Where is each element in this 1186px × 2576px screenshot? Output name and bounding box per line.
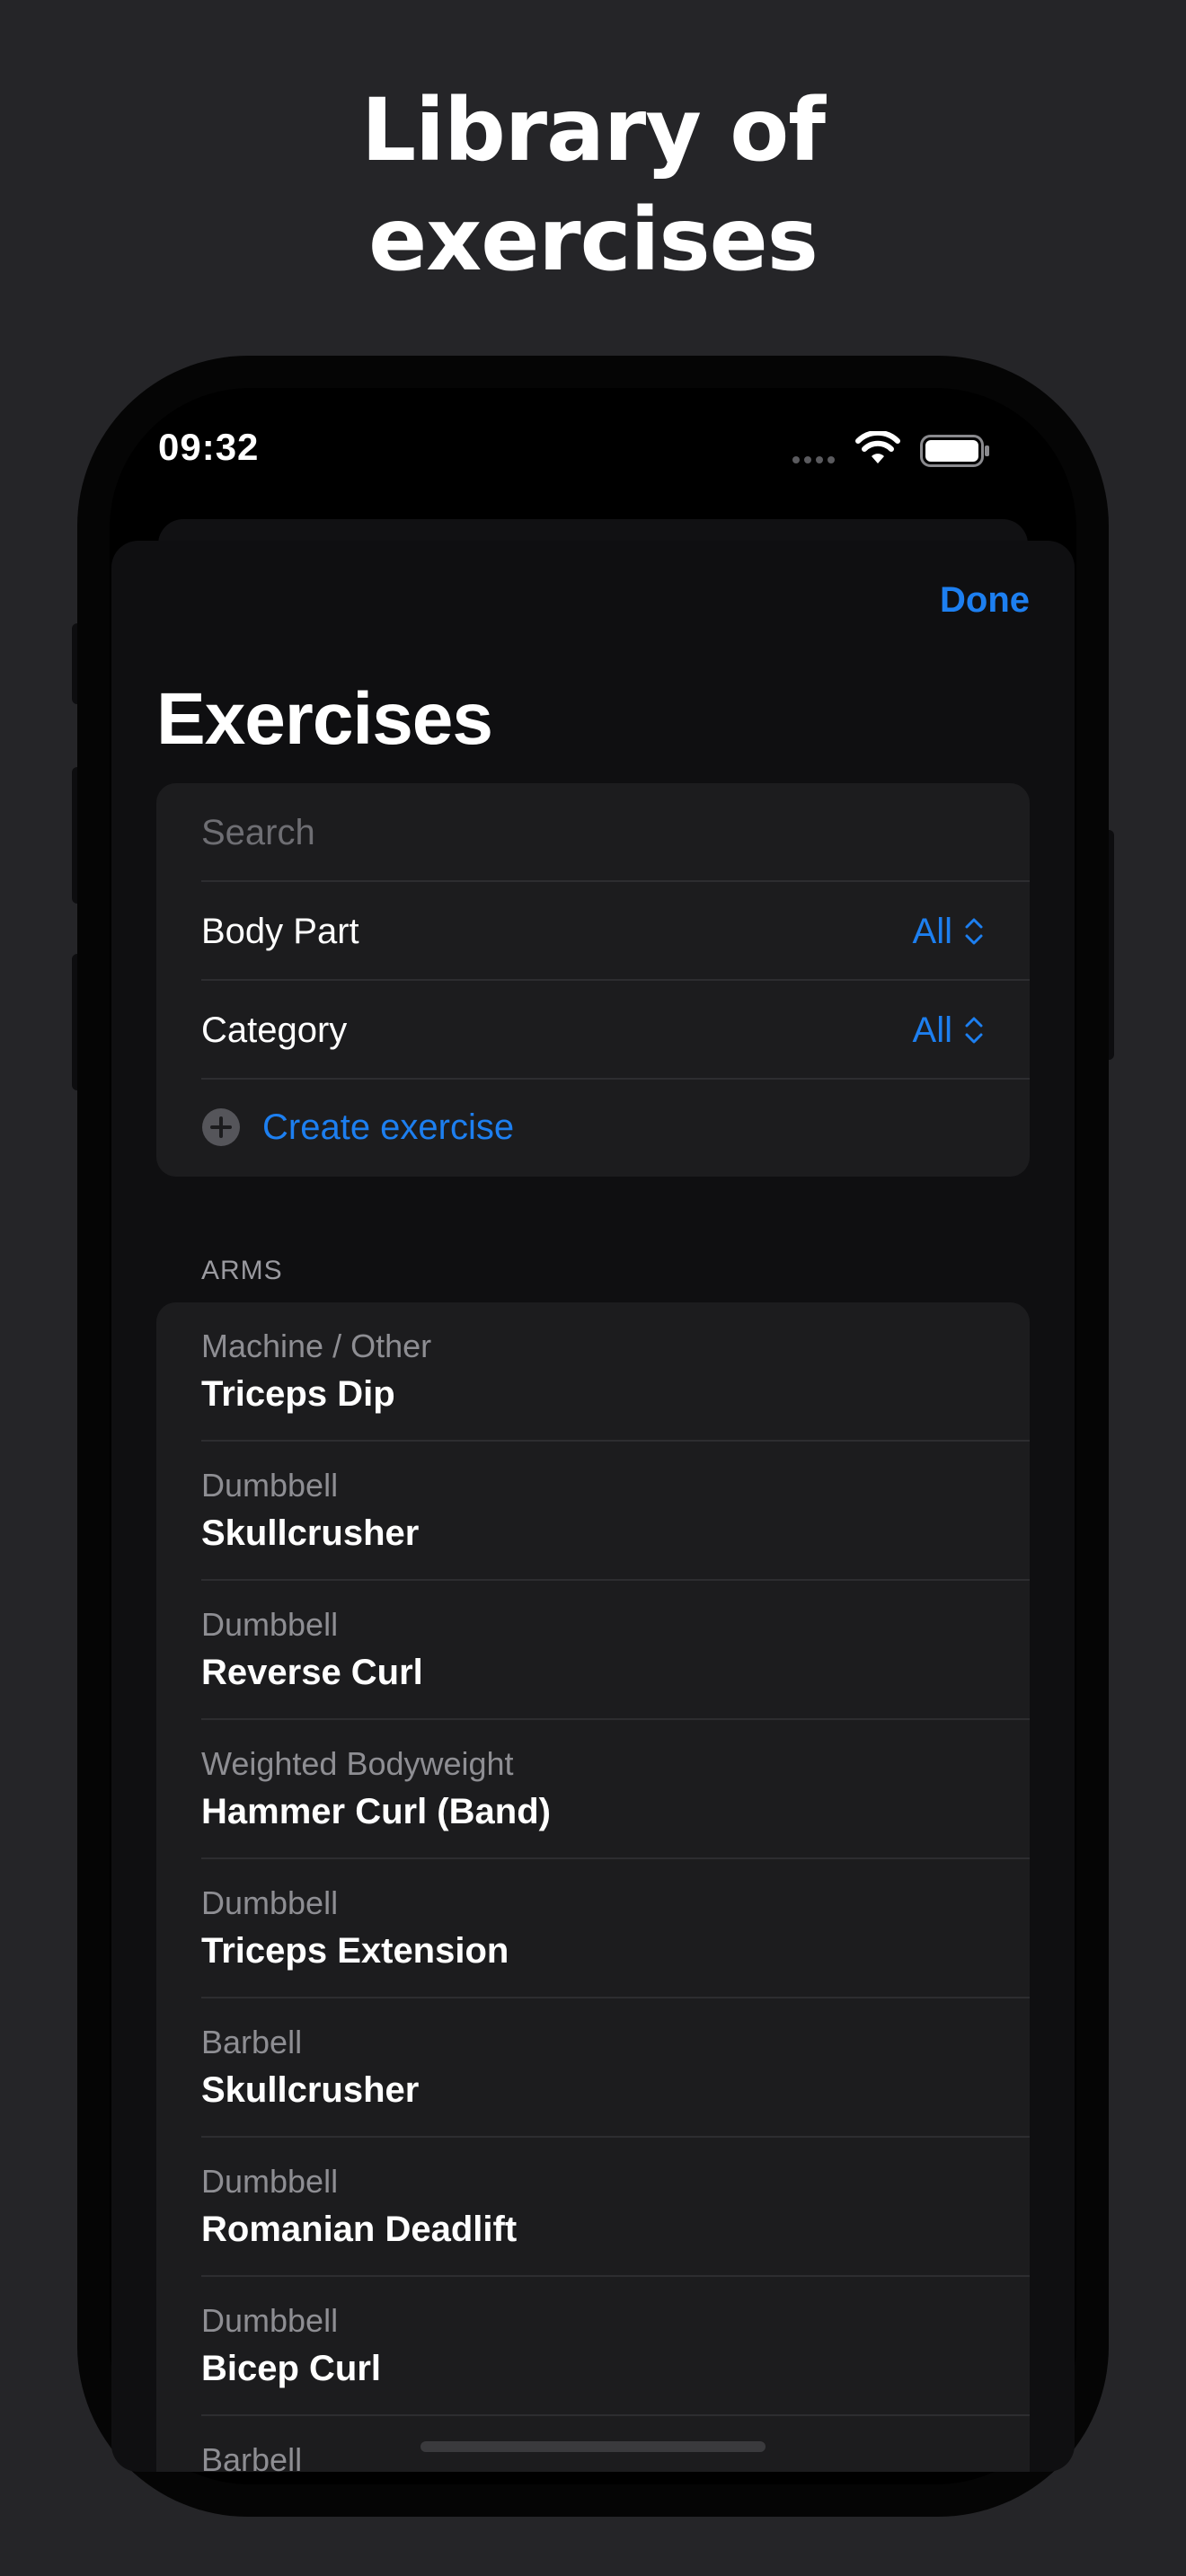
status-time: 09:32 — [158, 426, 260, 468]
exercise-category: Barbell — [201, 2024, 303, 2060]
exercise-category: Weighted Bodyweight — [201, 1745, 514, 1782]
exercise-name: Hammer Curl (Band) — [201, 1792, 551, 1831]
chevron-up-down-icon — [965, 918, 983, 945]
chevron-up-down-icon — [965, 1017, 983, 1044]
exercise-name: Bicep Curl — [201, 2349, 382, 2388]
list-item[interactable]: Dumbbell Triceps Extension — [156, 1859, 1030, 1998]
wifi-icon — [855, 431, 900, 463]
headline-line-1: Library of — [361, 80, 826, 181]
exercise-category: Dumbbell — [201, 2163, 339, 2200]
search-row — [156, 783, 1030, 882]
body-part-picker[interactable]: All — [913, 882, 985, 981]
search-input[interactable] — [201, 812, 974, 853]
create-exercise-label: Create exercise — [262, 1107, 515, 1147]
exercise-name: Reverse Curl — [201, 1653, 423, 1692]
exercise-category: Dumbbell — [201, 1606, 339, 1643]
exercise-category: Dumbbell — [201, 1467, 339, 1504]
exercise-list: Machine / Other Triceps Dip Dumbbell Sku… — [156, 1302, 1030, 2472]
exercise-name: Romanian Deadlift — [201, 2210, 518, 2249]
plus-circle-icon — [202, 1108, 240, 1146]
list-item[interactable]: Dumbbell Skullcrusher — [156, 1442, 1030, 1581]
list-item[interactable]: Dumbbell Reverse Curl — [156, 1581, 1030, 1720]
exercise-name: Triceps Dip — [201, 1374, 395, 1414]
page-title: Exercises — [156, 678, 493, 760]
body-part-label: Body Part — [201, 911, 359, 951]
category-picker[interactable]: All — [913, 981, 985, 1080]
filter-card: Body Part All Category All — [156, 783, 1030, 1177]
exercise-name: Skullcrusher — [201, 1513, 420, 1553]
list-item[interactable]: Barbell Skullcrusher — [156, 1998, 1030, 2138]
battery-icon — [920, 435, 989, 467]
cellular-signal-icon — [792, 456, 835, 463]
category-row[interactable]: Category All — [156, 981, 1030, 1080]
list-item[interactable]: Dumbbell Romanian Deadlift — [156, 2138, 1030, 2277]
headline-line-2: exercises — [368, 190, 819, 290]
create-exercise-button[interactable]: Create exercise — [156, 1078, 1030, 1177]
home-indicator — [420, 2441, 766, 2452]
list-item[interactable]: Weighted Bodyweight Hammer Curl (Band) — [156, 1720, 1030, 1859]
exercise-name: Skullcrusher — [201, 2070, 420, 2110]
body-part-value: All — [912, 911, 952, 951]
body-part-row[interactable]: Body Part All — [156, 882, 1030, 981]
exercise-category: Dumbbell — [201, 2302, 339, 2339]
marketing-headline: Library of exercises — [0, 75, 1186, 295]
list-item[interactable]: Machine / Other Triceps Dip — [156, 1302, 1030, 1442]
exercise-category: Dumbbell — [201, 1884, 339, 1921]
exercises-sheet: Done Exercises Body Part All Category Al… — [111, 541, 1075, 2472]
section-header-arms: ARMS — [201, 1256, 283, 1285]
exercise-category: Machine / Other — [201, 1328, 432, 1364]
category-value: All — [912, 1010, 952, 1050]
category-label: Category — [201, 1010, 348, 1050]
done-button[interactable]: Done — [940, 580, 1030, 621]
exercise-category: Barbell — [201, 2441, 303, 2472]
exercise-name: Triceps Extension — [201, 1931, 509, 1971]
list-item[interactable]: Dumbbell Bicep Curl — [156, 2277, 1030, 2416]
